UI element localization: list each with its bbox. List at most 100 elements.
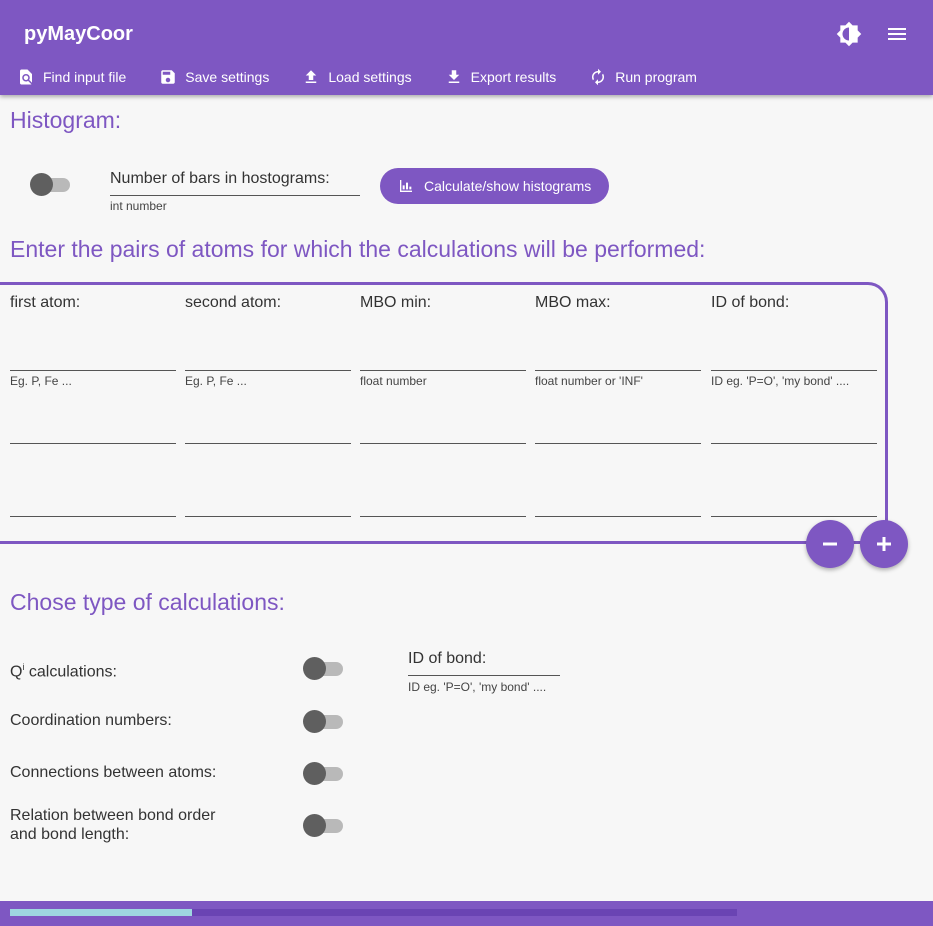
calculate-histograms-label: Calculate/show histograms <box>424 178 592 194</box>
toggle-thumb <box>303 710 326 733</box>
input-underline <box>185 443 351 444</box>
coordination-numbers-toggle[interactable] <box>303 708 345 734</box>
row2-bond-id-field <box>711 418 877 444</box>
row2-first-atom-field <box>10 418 176 444</box>
bond-id-hint: ID eg. 'P=O', 'my bond' .... <box>711 374 850 388</box>
input-underline <box>10 370 176 371</box>
export-results-label: Export results <box>470 69 557 85</box>
mbo-min-hint: float number <box>360 374 427 388</box>
input-underline <box>360 443 526 444</box>
input-underline <box>711 370 877 371</box>
relation-label-line1: Relation between bond order <box>10 807 216 824</box>
row1-first-atom-field <box>10 345 176 371</box>
row2-mbo-min-field <box>360 418 526 444</box>
save-icon <box>161 70 176 84</box>
row3-first-atom-field <box>10 491 176 517</box>
toggle-thumb <box>303 762 326 785</box>
app-title: pyMayCoor <box>24 23 133 45</box>
qi-bond-id-field: ID of bond: ID eg. 'P=O', 'my bond' .... <box>408 650 560 696</box>
connections-toggle[interactable] <box>303 760 345 786</box>
load-settings-label: Load settings <box>328 69 412 85</box>
find-input-file-button[interactable]: Find input file <box>17 60 134 94</box>
row1-second-atom-field <box>185 345 351 371</box>
row1-mbo-min-field <box>360 345 526 371</box>
find-input-file-label: Find input file <box>43 69 127 85</box>
row2-mbo-max-input[interactable] <box>535 418 701 442</box>
row2-second-atom-input[interactable] <box>185 418 351 442</box>
histogram-bars-hint: int number <box>110 199 167 213</box>
row1-mbo-min-input[interactable] <box>360 345 526 369</box>
brightness-icon[interactable] <box>836 21 862 47</box>
row2-bond-id-input[interactable] <box>711 418 877 442</box>
row1-mbo-max-field <box>535 345 701 371</box>
bar-chart-icon <box>400 180 412 192</box>
toggle-thumb <box>30 173 53 196</box>
histogram-toggle[interactable] <box>30 171 72 197</box>
calculate-histograms-button[interactable]: Calculate/show histograms <box>380 168 609 204</box>
input-underline <box>360 516 526 517</box>
input-underline <box>535 370 701 371</box>
column-header-bond-id: ID of bond: <box>711 294 790 311</box>
relation-label-line2: and bond length: <box>10 826 130 843</box>
histogram-bars-field: Number of bars in hostograms: int number <box>110 168 360 218</box>
progress-fill <box>10 909 192 916</box>
pairs-heading: Enter the pairs of atoms for which the c… <box>10 236 706 262</box>
run-program-label: Run program <box>615 69 697 85</box>
remove-row-button[interactable] <box>806 520 854 568</box>
column-header-mbo-min: MBO min: <box>360 294 432 311</box>
toggle-thumb <box>303 814 326 837</box>
row1-second-atom-input[interactable] <box>185 345 351 369</box>
row3-mbo-max-input[interactable] <box>535 491 701 515</box>
hamburger-menu-icon[interactable] <box>884 22 910 46</box>
row2-first-atom-input[interactable] <box>10 418 176 442</box>
find-file-icon <box>20 69 32 85</box>
qi-calculations-toggle[interactable] <box>303 655 345 681</box>
row1-bond-id-input[interactable] <box>711 345 877 369</box>
export-results-button[interactable]: Export results <box>445 60 565 94</box>
row2-second-atom-field <box>185 418 351 444</box>
second-atom-hint: Eg. P, Fe ... <box>185 374 247 388</box>
row2-mbo-max-field <box>535 418 701 444</box>
row3-first-atom-input[interactable] <box>10 491 176 515</box>
row3-second-atom-field <box>185 491 351 517</box>
qi-bond-id-input[interactable] <box>408 650 560 674</box>
input-underline <box>711 443 877 444</box>
input-underline <box>185 370 351 371</box>
row1-mbo-max-input[interactable] <box>535 345 701 369</box>
qi-letter: Q <box>10 663 23 681</box>
load-settings-button[interactable]: Load settings <box>302 60 419 94</box>
input-underline <box>535 443 701 444</box>
qi-calculations-label: Qi calculations: <box>10 658 117 681</box>
column-header-mbo-max: MBO max: <box>535 294 611 311</box>
save-settings-button[interactable]: Save settings <box>159 60 277 94</box>
input-underline <box>10 443 176 444</box>
input-underline <box>408 675 560 676</box>
row3-mbo-max-field <box>535 491 701 517</box>
histogram-heading: Histogram: <box>10 107 122 133</box>
row3-mbo-min-input[interactable] <box>360 491 526 515</box>
column-header-second-atom: second atom: <box>185 294 282 311</box>
relation-toggle[interactable] <box>303 812 345 838</box>
progress-bar <box>10 909 737 916</box>
add-row-button[interactable] <box>860 520 908 568</box>
input-underline <box>185 516 351 517</box>
run-program-button[interactable]: Run program <box>589 60 705 94</box>
column-header-first-atom: first atom: <box>10 294 81 311</box>
refresh-icon <box>592 68 605 86</box>
histogram-bars-input[interactable] <box>110 170 360 194</box>
minus-icon <box>823 542 837 546</box>
row3-bond-id-field <box>711 491 877 517</box>
row3-bond-id-input[interactable] <box>711 491 877 515</box>
upload-icon <box>306 70 317 83</box>
coordination-numbers-label: Coordination numbers: <box>10 712 172 729</box>
qi-suffix: calculations: <box>24 663 117 681</box>
row2-mbo-min-input[interactable] <box>360 418 526 442</box>
plus-icon <box>877 537 891 551</box>
mbo-max-hint: float number or 'INF' <box>535 374 643 388</box>
toggle-thumb <box>303 657 326 680</box>
row1-bond-id-field <box>711 345 877 371</box>
qi-bond-id-hint: ID eg. 'P=O', 'my bond' .... <box>408 680 547 694</box>
row3-second-atom-input[interactable] <box>185 491 351 515</box>
row1-first-atom-input[interactable] <box>10 345 176 369</box>
save-settings-label: Save settings <box>185 69 270 85</box>
